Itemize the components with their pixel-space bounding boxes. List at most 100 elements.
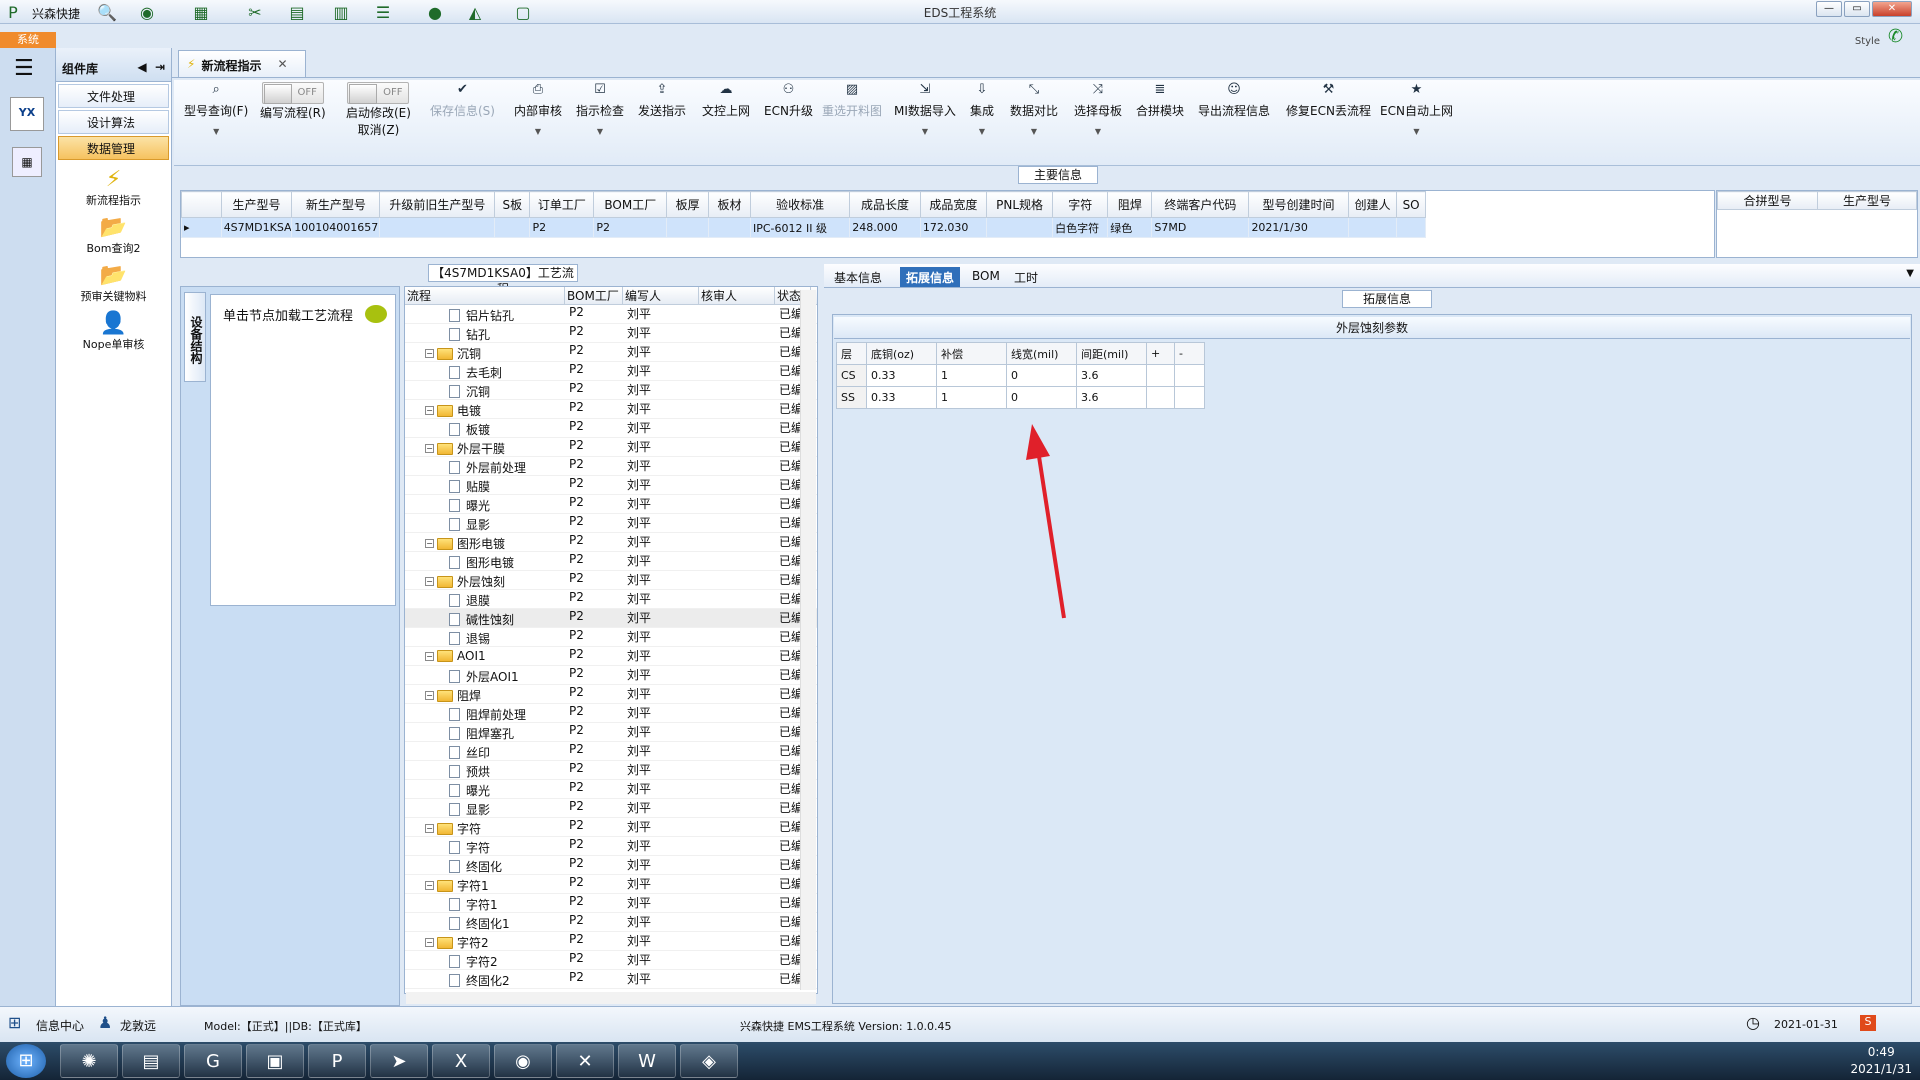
taskbar-eye-icon[interactable]: ◉ — [494, 1044, 552, 1078]
table-cell[interactable]: S7MD — [1151, 217, 1250, 238]
tree-node[interactable]: 铝片钻孔 — [449, 307, 514, 324]
taskbar-clock[interactable]: 0:49 2021/1/31 — [1850, 1044, 1912, 1078]
maximize-button[interactable]: ▭ — [1844, 1, 1870, 17]
ecn-upgrade-button[interactable]: ⚇ ECN升级 — [764, 82, 813, 119]
phone-icon[interactable]: ✆ — [1888, 26, 1903, 47]
taskbar-save-icon[interactable]: ▣ — [246, 1044, 304, 1078]
column-header[interactable]: 字符 — [1052, 191, 1109, 218]
chevron-down-icon[interactable]: ▼ — [894, 127, 956, 136]
chevron-down-icon[interactable]: ▼ — [1380, 127, 1453, 136]
tree-row[interactable]: −字符P2刘平已编写 — [405, 818, 817, 837]
column-header[interactable]: 型号创建时间 — [1248, 191, 1349, 218]
tree-node[interactable]: − 外层干膜 — [425, 440, 505, 457]
toggle-switch[interactable]: OFF — [261, 82, 324, 104]
mi-import-button[interactable]: ⇲ MI数据导入 ▼ — [894, 82, 956, 136]
ime-icon[interactable]: S — [1860, 1015, 1876, 1031]
column-header[interactable]: 间距(mil) — [1076, 342, 1147, 365]
table-cell[interactable] — [708, 217, 751, 238]
tree-row[interactable]: −外层干膜P2刘平已编写 — [405, 438, 817, 457]
integrate-button[interactable]: ⇩ 集成 ▼ — [970, 82, 994, 136]
tree-node[interactable]: − 阻焊 — [425, 687, 481, 704]
column-header[interactable]: S板 — [494, 191, 531, 218]
taskbar-feather-icon[interactable]: ➤ — [370, 1044, 428, 1078]
collapse-icon[interactable]: ◀ — [137, 60, 146, 74]
chevron-down-icon[interactable]: ▼ — [576, 127, 624, 136]
tree-row[interactable]: 终固化2P2刘平已编写 — [405, 970, 817, 989]
column-header[interactable]: BOM工厂 — [565, 287, 623, 304]
reselect-cutting-button[interactable]: ▨ 重选开料图 — [822, 82, 882, 119]
cancel-edit-button[interactable]: 取消(Z) — [346, 121, 411, 138]
tree-node[interactable]: 字符1 — [449, 896, 498, 913]
tree-node[interactable]: 终固化2 — [449, 972, 510, 989]
start-button[interactable]: ⊞ — [6, 1044, 46, 1078]
chevron-down-icon[interactable]: ▼ — [514, 127, 562, 136]
start-edit-toggle[interactable]: OFF 启动修改(E) 取消(Z) — [346, 82, 411, 138]
taskbar-notepad-icon[interactable]: ▤ — [122, 1044, 180, 1078]
tree-node[interactable]: − 字符1 — [425, 877, 489, 894]
close-button[interactable]: ✕ — [1872, 1, 1912, 17]
column-header[interactable]: 板材 — [708, 191, 751, 218]
column-header[interactable]: 编写人 — [623, 287, 699, 304]
tab-work-hours[interactable]: 工时 — [1008, 267, 1044, 287]
tree-row[interactable]: −字符2P2刘平已编写 — [405, 932, 817, 951]
tree-row[interactable]: 显影P2刘平已编写 — [405, 799, 817, 818]
tab-new-process[interactable]: ⚡ 新流程指示 ✕ — [178, 50, 306, 78]
style-menu[interactable]: Style — [1855, 36, 1880, 47]
column-header[interactable]: 合拼型号 — [1717, 191, 1818, 210]
tree-node[interactable]: 曝光 — [449, 782, 490, 799]
table-cell[interactable]: 248.000 — [849, 217, 921, 238]
tree-node[interactable]: − 沉铜 — [425, 345, 481, 362]
collapse-icon[interactable]: − — [425, 444, 434, 453]
fix-ecn-button[interactable]: ⚒ 修复ECN丢流程 — [1286, 82, 1371, 119]
tree-node[interactable]: 阻焊塞孔 — [449, 725, 514, 742]
tree-node[interactable]: 板镀 — [449, 421, 490, 438]
tab-basic-info[interactable]: 基本信息 — [828, 267, 888, 287]
tree-row[interactable]: 阻焊前处理P2刘平已编写 — [405, 704, 817, 723]
tree-row[interactable]: 终固化1P2刘平已编写 — [405, 913, 817, 932]
table-cell[interactable]: 0 — [1006, 364, 1077, 387]
table-cell[interactable] — [666, 217, 710, 238]
tree-node[interactable]: 钻孔 — [449, 326, 490, 343]
tree-row[interactable]: 沉铜P2刘平已编写 — [405, 381, 817, 400]
taskbar-shell-icon[interactable]: ✺ — [60, 1044, 118, 1078]
tree-row[interactable]: −外层蚀刻P2刘平已编写 — [405, 571, 817, 590]
add-button[interactable]: + — [1146, 342, 1175, 365]
yx-logo-icon[interactable]: YX — [10, 97, 44, 131]
table-cell[interactable]: 3.6 — [1076, 386, 1147, 409]
table-cell[interactable]: 1 — [936, 364, 1007, 387]
table-cell[interactable]: 4S7MD1KSA0 — [220, 217, 293, 238]
table-row[interactable]: SS 0.33 1 0 3.6 — [836, 386, 1205, 409]
column-header[interactable]: BOM工厂 — [593, 191, 668, 218]
library-item-data[interactable]: 数据管理 — [58, 136, 169, 160]
new-process-button[interactable]: ⚡ 新流程指示 — [56, 166, 171, 208]
tree-row[interactable]: 铝片钻孔P2刘平已编写 — [405, 305, 817, 324]
chevron-down-icon[interactable]: ▼ — [184, 127, 248, 136]
ecn-auto-upload-button[interactable]: ★ ECN自动上网 ▼ — [1380, 82, 1453, 136]
tree-row[interactable]: −AOI1P2刘平已编写 — [405, 647, 817, 666]
taskbar-word-icon[interactable]: W — [618, 1044, 676, 1078]
windows-grid-icon[interactable]: ⊞ — [8, 1013, 21, 1032]
tree-row[interactable]: 去毛刺P2刘平已编写 — [405, 362, 817, 381]
table-cell[interactable]: IPC-6012 II 级 — [749, 217, 851, 238]
table-cell[interactable] — [1146, 364, 1175, 387]
tree-node[interactable]: 外层AOI1 — [449, 668, 519, 685]
menu-icon[interactable]: ☰ — [14, 56, 41, 81]
column-header[interactable]: PNL规格 — [985, 191, 1054, 218]
collapse-icon[interactable]: − — [425, 651, 434, 661]
column-header[interactable]: 订单工厂 — [529, 191, 595, 218]
tree-row[interactable]: −阻焊P2刘平已编写 — [405, 685, 817, 704]
tree-row[interactable]: 钻孔P2刘平已编写 — [405, 324, 817, 343]
collapse-icon[interactable]: − — [425, 691, 434, 700]
table-row[interactable]: ▸4S7MD1KSA010010400165785 P2P2 IPC-6012 II… — [181, 217, 1426, 238]
tree-node[interactable]: − 字符2 — [425, 934, 489, 951]
table-cell[interactable]: 10010400165785 — [291, 217, 381, 238]
chevron-down-icon[interactable]: ▼ — [1906, 268, 1914, 279]
tree-node[interactable]: − AOI1 — [425, 649, 486, 663]
tree-node[interactable]: 外层前处理 — [449, 459, 526, 476]
column-header[interactable]: 流程 — [405, 287, 565, 304]
tree-node[interactable]: 预烘 — [449, 763, 490, 780]
tree-node[interactable]: 退膜 — [449, 592, 490, 609]
tree-node[interactable]: − 图形电镀 — [425, 535, 505, 552]
table-cell[interactable] — [494, 217, 531, 238]
tree-row[interactable]: 丝印P2刘平已编写 — [405, 742, 817, 761]
